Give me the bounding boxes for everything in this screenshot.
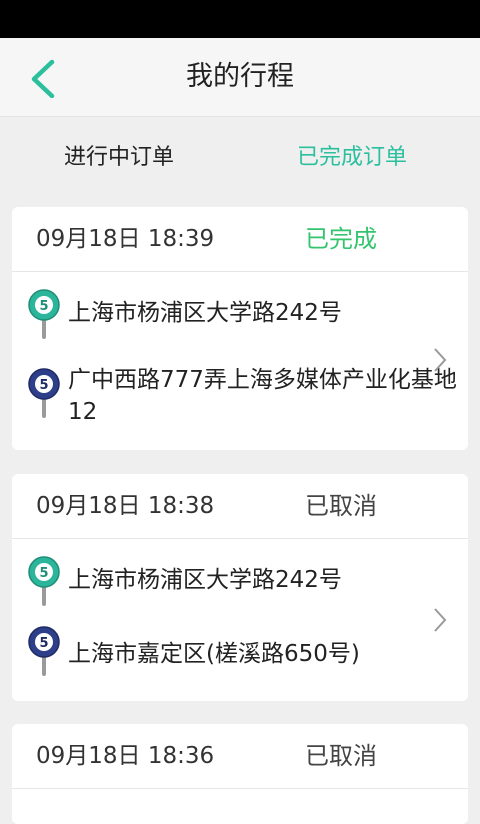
order-card[interactable]: 09月18日 18:38 已取消 5 上海市杨浦区大学路242号 5 上海市嘉定… <box>12 474 468 701</box>
tab-completed-orders[interactable]: 已完成订单 <box>297 117 407 195</box>
app-header: 我的行程 <box>0 38 480 117</box>
order-time: 09月18日 18:39 <box>36 226 215 252</box>
order-tabs: 进行中订单 已完成订单 <box>0 117 480 195</box>
page-title: 我的行程 <box>186 61 294 92</box>
svg-text:5: 5 <box>39 299 48 314</box>
svg-text:5: 5 <box>39 378 48 393</box>
status-bar <box>0 0 480 38</box>
svg-text:5: 5 <box>39 566 48 581</box>
order-time: 09月18日 18:36 <box>36 743 215 769</box>
chevron-left-icon <box>31 59 55 99</box>
order-start-address: 上海市杨浦区大学路242号 <box>68 567 342 593</box>
order-start-address: 上海市杨浦区大学路242号 <box>68 300 342 326</box>
order-time: 09月18日 18:38 <box>36 493 215 519</box>
order-card-header: 09月18日 18:36 已取消 <box>12 724 468 789</box>
chevron-right-icon <box>434 348 447 372</box>
tab-ongoing-orders[interactable]: 进行中订单 <box>64 117 174 195</box>
order-card[interactable]: 09月18日 18:36 已取消 <box>12 724 468 824</box>
start-pin-icon: 5 <box>28 556 60 606</box>
end-pin-icon: 5 <box>28 626 60 676</box>
order-end-address: 上海市嘉定区(槎溪路650号) <box>68 641 360 667</box>
order-card-header: 09月18日 18:38 已取消 <box>12 474 468 539</box>
order-status: 已取消 <box>305 492 377 520</box>
order-end-address: 广中西路777弄上海多媒体产业化基地12 <box>68 367 457 425</box>
order-status: 已完成 <box>305 225 377 253</box>
back-button[interactable] <box>26 58 66 99</box>
order-card-header: 09月18日 18:39 已完成 <box>12 207 468 272</box>
end-pin-icon: 5 <box>28 368 60 418</box>
svg-text:5: 5 <box>39 636 48 651</box>
order-card[interactable]: 09月18日 18:39 已完成 5 上海市杨浦区大学路242号 5 广中西路7… <box>12 207 468 450</box>
start-pin-icon: 5 <box>28 289 60 339</box>
chevron-right-icon <box>434 608 447 632</box>
order-status: 已取消 <box>305 742 377 770</box>
